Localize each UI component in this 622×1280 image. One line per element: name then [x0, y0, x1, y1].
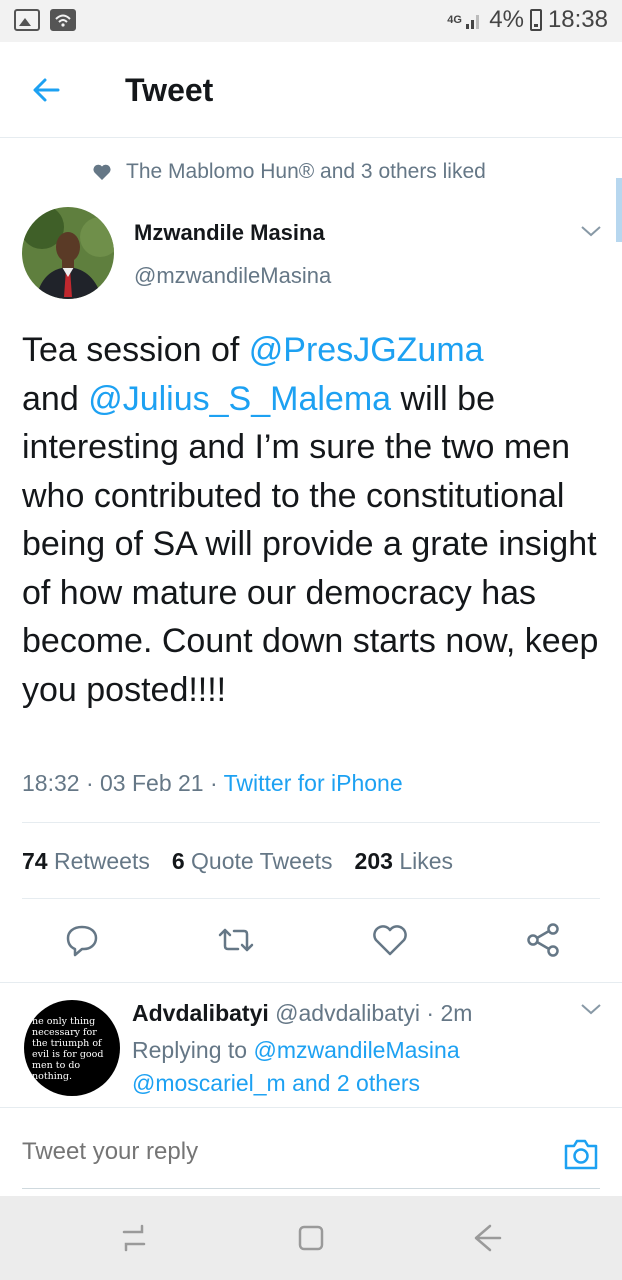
divider	[0, 982, 622, 983]
reply-author-handle: @advdalibatyi	[275, 1000, 420, 1026]
replying-to-others[interactable]: @moscariel_m and 2 others	[132, 1070, 420, 1097]
social-context: The Mablomo Hun® and 3 others liked	[92, 160, 486, 184]
quotes-count: 6	[171, 848, 185, 874]
reply-author-avatar[interactable]: he only thing necessary for the triumph …	[24, 1000, 120, 1096]
share-icon[interactable]	[522, 918, 566, 962]
tweet-text-part: Tea session of	[22, 331, 249, 369]
gallery-notification-icon	[14, 9, 40, 31]
top-app-bar: Tweet	[0, 42, 622, 138]
tweet-stats: 74 Retweets 6 Quote Tweets 203 Likes	[22, 848, 453, 875]
quotes-label: Quote Tweets	[191, 848, 333, 874]
likes-stat[interactable]: 203 Likes	[355, 848, 453, 875]
clock: 18:38	[547, 6, 608, 33]
tweet-source-link[interactable]: Twitter for iPhone	[224, 770, 403, 796]
social-context-text: The Mablomo Hun® and 3 others liked	[126, 160, 486, 183]
tweet-time: 18:32	[22, 770, 80, 796]
reply-age: 2m	[440, 1000, 473, 1026]
reply-input[interactable]	[22, 1138, 522, 1166]
tweet-date: 03 Feb 21	[100, 770, 204, 796]
tweet-actions	[0, 918, 622, 962]
replying-to-prefix: Replying to	[132, 1037, 254, 1063]
status-bar: 4G 4% 18:38	[0, 0, 622, 42]
signal-icon	[466, 15, 480, 29]
replying-to: Replying to @mzwandileMasina	[132, 1037, 460, 1064]
likes-count: 203	[354, 848, 393, 874]
author-avatar[interactable]	[22, 207, 114, 299]
chevron-down-icon[interactable]	[580, 1002, 602, 1016]
wifi-notification-icon	[50, 9, 76, 31]
mention-link[interactable]: @Julius_S_Malema	[88, 380, 391, 418]
home-icon[interactable]	[293, 1220, 329, 1256]
status-right: 4G 4% 18:38	[447, 6, 608, 34]
battery-icon	[529, 9, 542, 31]
like-heart-icon[interactable]	[368, 918, 412, 962]
mention-link[interactable]: @PresJGZuma	[249, 331, 484, 369]
retweets-count: 74	[22, 848, 48, 874]
recent-apps-icon[interactable]	[116, 1220, 152, 1256]
reply-author-name[interactable]: Advdalibatyi	[132, 1000, 269, 1026]
reply-composer	[0, 1108, 622, 1190]
retweets-label: Retweets	[53, 848, 150, 874]
retweet-icon[interactable]	[214, 918, 258, 962]
quotes-stat[interactable]: 6 Quote Tweets	[172, 848, 333, 875]
divider	[22, 1188, 600, 1189]
likes-label: Likes	[399, 848, 454, 874]
network-type: 4G	[447, 14, 462, 26]
mention-link[interactable]: @mzwandileMasina	[253, 1037, 459, 1063]
author-name[interactable]: Mzwandile Masina	[134, 220, 325, 246]
divider	[22, 822, 600, 823]
tweet-text-part: and	[22, 379, 89, 418]
tweet-text-part: will be interesting and I’m sure the two…	[22, 379, 599, 709]
divider	[22, 898, 600, 899]
reply-icon[interactable]	[60, 918, 104, 962]
tweet-meta: 18:32 · 03 Feb 21 · Twitter for iPhone	[22, 770, 403, 796]
back-arrow-icon[interactable]	[28, 72, 64, 108]
system-navigation-bar	[0, 1196, 622, 1280]
camera-icon[interactable]	[562, 1136, 600, 1172]
chevron-down-icon[interactable]	[580, 224, 602, 238]
page-title: Tweet	[125, 72, 214, 108]
retweets-stat[interactable]: 74 Retweets	[22, 848, 150, 875]
author-avatar-image	[22, 207, 114, 299]
battery-percent: 4%	[489, 6, 524, 33]
status-left-icons	[14, 9, 76, 31]
tweet-text: Tea session of @PresJGZuma and @Julius_S…	[22, 326, 602, 714]
reply-header: Advdalibatyi @advdalibatyi · 2m	[132, 1000, 473, 1026]
scroll-indicator	[616, 178, 622, 242]
back-icon[interactable]	[468, 1220, 504, 1256]
heart-icon	[93, 164, 111, 180]
author-handle[interactable]: @mzwandileMasina	[134, 263, 331, 289]
